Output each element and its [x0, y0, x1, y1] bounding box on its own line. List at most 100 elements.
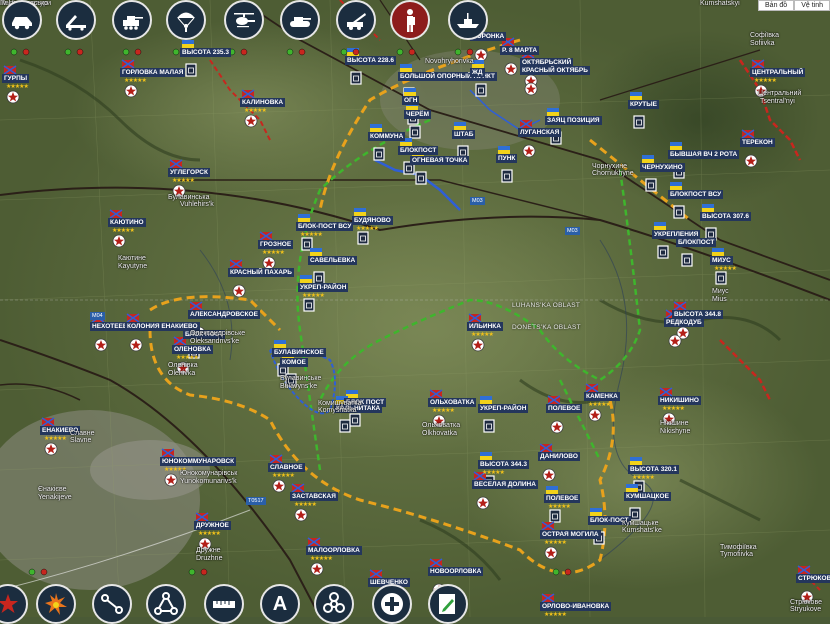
unit-star-icon[interactable]: [294, 508, 308, 522]
ukraine-flag-icon[interactable]: [498, 146, 510, 154]
dnr-flag-icon[interactable]: [468, 313, 482, 323]
dnr-flag-icon[interactable]: [539, 443, 553, 453]
dnr-flag-icon[interactable]: [259, 231, 273, 241]
ukraine-flag-icon[interactable]: [182, 40, 194, 48]
position-label[interactable]: ЛУГАНСКАЯ: [518, 128, 562, 137]
tool-warship-button[interactable]: [448, 0, 488, 40]
unit-star-icon[interactable]: [744, 154, 758, 168]
unit-box-icon[interactable]: [483, 419, 495, 433]
dnr-flag-icon[interactable]: [741, 129, 755, 139]
position-label[interactable]: ЧЕРЁМ: [404, 110, 432, 119]
dnr-flag-icon[interactable]: [241, 89, 255, 99]
position-label[interactable]: ОГНЕВАЯ ТОЧКА: [410, 156, 470, 165]
draw-medical-cross-button[interactable]: [372, 584, 412, 624]
position-label[interactable]: БУДЯНОВО: [352, 216, 393, 225]
position-label[interactable]: ВЫСОТА 235.3: [180, 48, 231, 57]
ukraine-flag-icon[interactable]: [300, 275, 312, 283]
unit-box-icon[interactable]: [357, 231, 369, 245]
unit-star-icon[interactable]: [524, 82, 538, 96]
ukraine-flag-icon[interactable]: [404, 88, 416, 96]
unit-box-icon[interactable]: [633, 115, 645, 129]
unit-star-icon[interactable]: [232, 284, 246, 298]
ukraine-flag-icon[interactable]: [670, 142, 682, 150]
position-label[interactable]: ВЫСОТА 320.1: [628, 465, 679, 474]
unit-star-icon[interactable]: [164, 473, 178, 487]
ukraine-flag-icon[interactable]: [370, 124, 382, 132]
draw-network-button[interactable]: [146, 584, 186, 624]
position-label[interactable]: ОЛЬХОВАТКА: [428, 398, 477, 407]
position-label[interactable]: КОММУНА: [368, 132, 406, 141]
position-label[interactable]: КАЮТИНО: [108, 218, 146, 227]
dnr-flag-icon[interactable]: [3, 65, 17, 75]
position-label[interactable]: НОВООРЛОВКА: [428, 567, 484, 576]
dnr-flag-icon[interactable]: [429, 558, 443, 568]
tool-howitzer-button[interactable]: [336, 0, 376, 40]
dnr-flag-icon[interactable]: [751, 59, 765, 69]
dnr-flag-icon[interactable]: [229, 259, 243, 269]
position-label[interactable]: ОСТРАЯ МОГИЛА: [540, 530, 601, 539]
dnr-flag-icon[interactable]: [109, 209, 123, 219]
dnr-flag-icon[interactable]: [195, 512, 209, 522]
position-label[interactable]: КРАСНЫЙ ПАХАРЬ: [228, 268, 294, 277]
unit-box-icon[interactable]: [303, 298, 315, 312]
ukraine-flag-icon[interactable]: [626, 484, 638, 492]
position-label[interactable]: ВЕСЕЛАЯ ДОЛИНА: [472, 480, 538, 489]
ukraine-flag-icon[interactable]: [712, 248, 724, 256]
dnr-flag-icon[interactable]: [519, 119, 533, 129]
unit-box-icon[interactable]: [475, 83, 487, 97]
position-label[interactable]: ВЫСОТА 344.3: [478, 460, 529, 469]
dnr-flag-icon[interactable]: [429, 389, 443, 399]
position-label[interactable]: БЛОКПОСТ ВСУ: [668, 190, 724, 199]
ukraine-flag-icon[interactable]: [546, 486, 558, 494]
tool-soldier-button[interactable]: [390, 0, 430, 40]
position-label[interactable]: ОГН: [402, 96, 420, 105]
position-label[interactable]: РЕДКОДУБ: [664, 318, 704, 327]
position-label[interactable]: ЦЕНТРАЛЬНЫЙ: [750, 68, 806, 77]
unit-box-icon[interactable]: [715, 271, 727, 285]
unit-star-icon[interactable]: [522, 144, 536, 158]
tool-armored-car-button[interactable]: [2, 0, 42, 40]
ukraine-flag-icon[interactable]: [400, 64, 412, 72]
unit-star-icon[interactable]: [542, 468, 556, 482]
position-label[interactable]: ВЫСОТА 307.6: [700, 212, 751, 221]
dnr-flag-icon[interactable]: [161, 448, 175, 458]
draw-route-button[interactable]: [92, 584, 132, 624]
position-label[interactable]: ЧЕРНУХИНО: [640, 163, 685, 172]
ukraine-flag-icon[interactable]: [670, 182, 682, 190]
dnr-flag-icon[interactable]: [659, 387, 673, 397]
dnr-flag-icon[interactable]: [189, 301, 203, 311]
dnr-flag-icon[interactable]: [307, 537, 321, 547]
unit-star-icon[interactable]: [310, 562, 324, 576]
unit-star-icon[interactable]: [668, 334, 682, 348]
ukraine-flag-icon[interactable]: [480, 452, 492, 460]
ukraine-flag-icon[interactable]: [480, 396, 492, 404]
position-label[interactable]: НИКИШИНО: [658, 396, 701, 405]
position-label[interactable]: ТЕРЕКОН: [740, 138, 775, 147]
unit-box-icon[interactable]: [549, 509, 561, 523]
position-label[interactable]: ОЛЕНОВКА: [172, 345, 213, 354]
unit-box-icon[interactable]: [415, 171, 427, 185]
position-label[interactable]: БУЛАВИНСКОЕ: [272, 348, 326, 357]
tool-helicopter-button[interactable]: [224, 0, 264, 40]
position-label[interactable]: ОРЛОВО-ИВАНОВКА: [540, 602, 612, 611]
position-label[interactable]: БЛОКПОСТ: [398, 146, 439, 155]
position-label[interactable]: БЛОКПОСТ: [676, 238, 717, 247]
ukraine-flag-icon[interactable]: [702, 204, 714, 212]
unit-star-icon[interactable]: [476, 496, 490, 510]
position-label[interactable]: БЫВШАЯ ВЧ 2 РОТА: [668, 150, 740, 159]
dnr-flag-icon[interactable]: [797, 565, 811, 575]
ukraine-flag-icon[interactable]: [310, 248, 322, 256]
unit-star-icon[interactable]: [6, 90, 20, 104]
unit-star-icon[interactable]: [112, 234, 126, 248]
unit-box-icon[interactable]: [645, 178, 657, 192]
position-label[interactable]: ДАНИЛОВО: [538, 452, 580, 461]
dnr-flag-icon[interactable]: [169, 159, 183, 169]
position-label[interactable]: СЛАВНОЕ: [268, 463, 305, 472]
position-label[interactable]: КАМЕНКА: [584, 392, 620, 401]
map-type-map[interactable]: Bản đồ: [758, 0, 795, 11]
dnr-flag-icon[interactable]: [41, 417, 55, 427]
position-label[interactable]: МАЛООРЛОВКА: [306, 546, 362, 555]
unit-box-icon[interactable]: [350, 71, 362, 85]
map-type-satellite[interactable]: Vệ tinh: [794, 0, 830, 11]
ukraine-flag-icon[interactable]: [274, 340, 286, 348]
